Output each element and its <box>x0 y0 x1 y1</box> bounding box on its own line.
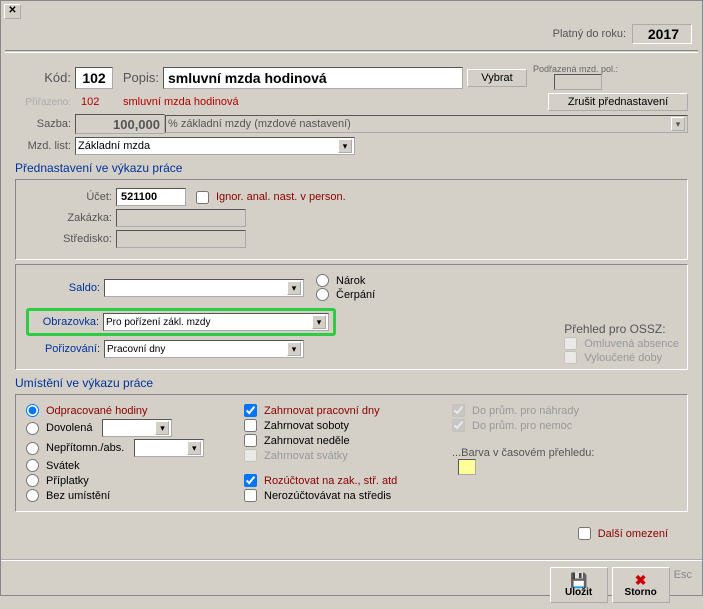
ucet-input[interactable]: 521100 <box>116 188 186 206</box>
prednastaveni-fieldset: Účet: 521100 Ignor. anal. nast. v person… <box>15 179 688 260</box>
nerozuctovat-checkbox[interactable]: Nerozúčtovávat na středis <box>244 489 434 502</box>
umisteni-fieldset: Odpracované hodiny Dovolená ▾ Nepřítomn.… <box>15 394 688 512</box>
prirazeno-label: Přiřazeno: <box>15 97 75 108</box>
ignor-checkbox[interactable]: Ignor. anal. nast. v person. <box>196 191 346 204</box>
odprac-radio[interactable]: Odpracované hodiny <box>26 404 226 417</box>
color-swatch[interactable] <box>458 459 476 475</box>
ossz-title: Přehled pro OSSZ: <box>564 322 679 336</box>
close-icon: ✖ <box>635 573 647 587</box>
close-button[interactable]: ✕ <box>4 4 21 19</box>
sazba-unit-text: % základní mzdy (mzdové nastavení) <box>168 118 351 130</box>
porizovani-value: Pracovní dny <box>107 344 165 355</box>
saldo-select[interactable]: ▾ <box>104 279 304 297</box>
podrazena-field[interactable] <box>554 74 602 90</box>
chevron-down-icon: ▾ <box>187 441 201 455</box>
mzdlist-label: Mzd. list: <box>15 140 75 152</box>
zakazka-label: Zakázka: <box>26 212 116 224</box>
chevron-down-icon: ▾ <box>155 421 169 435</box>
chevron-down-icon: ▾ <box>287 281 301 295</box>
sazba-label: Sazba: <box>15 118 75 130</box>
zahrn-sob-checkbox[interactable]: Zahrnovat soboty <box>244 419 434 432</box>
chevron-down-icon: ▾ <box>287 342 301 356</box>
ignor-label: Ignor. anal. nast. v person. <box>216 191 346 203</box>
sazba-unit-select[interactable]: % základní mzdy (mzdové nastavení) ▾ <box>165 115 688 133</box>
esc-hint: Esc <box>674 569 692 581</box>
nepritomn-select[interactable]: ▾ <box>134 439 204 457</box>
stredisko-label: Středisko: <box>26 233 116 245</box>
popis-input[interactable]: smluvní mzda hodinová <box>163 67 463 89</box>
umisteni-title: Umístění ve výkazu práce <box>15 376 688 390</box>
save-button[interactable]: 💾 Uložit <box>550 567 608 603</box>
year-display: 2017 <box>632 24 692 44</box>
zahrn-ned-checkbox[interactable]: Zahrnovat neděle <box>244 434 434 447</box>
narok-radio[interactable]: Nárok <box>316 274 375 287</box>
obrazovka-label: Obrazovka: <box>33 316 103 328</box>
prednastaveni-title: Přednastavení ve výkazu práce <box>15 161 688 175</box>
dalsi-omezeni-checkbox[interactable]: Další omezení <box>578 527 668 540</box>
prum-nahrady-checkbox: Do prům. pro náhrady <box>452 404 617 417</box>
nepritomn-radio[interactable]: Nepřítomn./abs. ▾ <box>26 439 226 457</box>
save-icon: 💾 <box>570 573 587 587</box>
prirazeno-text: smluvní mzda hodinová <box>113 96 548 108</box>
zahrn-svat-checkbox: Zahrnovat svátky <box>244 449 434 462</box>
saldo-label: Saldo: <box>26 282 104 294</box>
kod-input[interactable]: 102 <box>75 67 113 89</box>
vybrat-button[interactable]: Vybrat <box>467 69 527 87</box>
porizovani-select[interactable]: Pracovní dny ▾ <box>104 340 304 358</box>
cancel-button[interactable]: ✖ Storno <box>612 567 670 603</box>
vyloucene-checkbox: Vyloučené doby <box>564 351 679 364</box>
zahrn-prac-checkbox[interactable]: Zahrnovat pracovní dny <box>244 404 434 417</box>
divider <box>5 50 698 53</box>
bezumisteni-radio[interactable]: Bez umístění <box>26 489 226 502</box>
dialog-window: ✕ Platný do roku: 2017 Kód: 102 Popis: s… <box>0 0 703 596</box>
cerpani-radio[interactable]: Čerpání <box>316 288 375 301</box>
porizovani-label: Pořizování: <box>26 343 104 355</box>
svatek-radio[interactable]: Svátek <box>26 459 226 472</box>
prirazeno-kod: 102 <box>75 96 113 108</box>
obrazovka-value: Pro pořízení zákl. mzdy <box>106 317 210 328</box>
omluvena-checkbox: Omluvená absence <box>564 337 679 350</box>
dovolena-select[interactable]: ▾ <box>102 419 172 437</box>
chevron-down-icon: ▾ <box>338 139 352 153</box>
dovolena-radio[interactable]: Dovolená ▾ <box>26 419 226 437</box>
rozuctovat-checkbox[interactable]: Rozúčtovat na zak., stř. atd <box>244 474 434 487</box>
bottom-bar: 💾 Uložit ✖ Storno Esc <box>1 559 702 609</box>
kod-label: Kód: <box>15 70 75 85</box>
podrazena-label: Podřazená mzd. pol.: <box>533 65 618 74</box>
barva-label: ...Barva v časovém přehledu: <box>452 447 617 475</box>
popis-label: Popis: <box>113 70 163 85</box>
ignor-checkbox-input[interactable] <box>196 191 209 204</box>
obrazovka-highlight: Obrazovka: Pro pořízení zákl. mzdy ▾ <box>26 308 336 336</box>
zrusit-button[interactable]: Zrušit přednastavení <box>548 93 688 111</box>
prum-nemoc-checkbox: Do prům. pro nemoc <box>452 419 617 432</box>
mzdlist-select[interactable]: Základní mzda ▾ <box>75 137 355 155</box>
sazba-value[interactable]: 100,000 <box>75 114 165 134</box>
ucet-label: Účet: <box>26 191 116 203</box>
chevron-down-icon: ▾ <box>671 117 685 131</box>
chevron-down-icon: ▾ <box>312 315 326 329</box>
priplatky-radio[interactable]: Příplatky <box>26 474 226 487</box>
valid-to-label: Platný do roku: <box>553 28 626 40</box>
mzdlist-value: Základní mzda <box>78 140 150 152</box>
stredisko-input[interactable] <box>116 230 246 248</box>
zakazka-input[interactable] <box>116 209 246 227</box>
obrazovka-select[interactable]: Pro pořízení zákl. mzdy ▾ <box>103 313 329 331</box>
